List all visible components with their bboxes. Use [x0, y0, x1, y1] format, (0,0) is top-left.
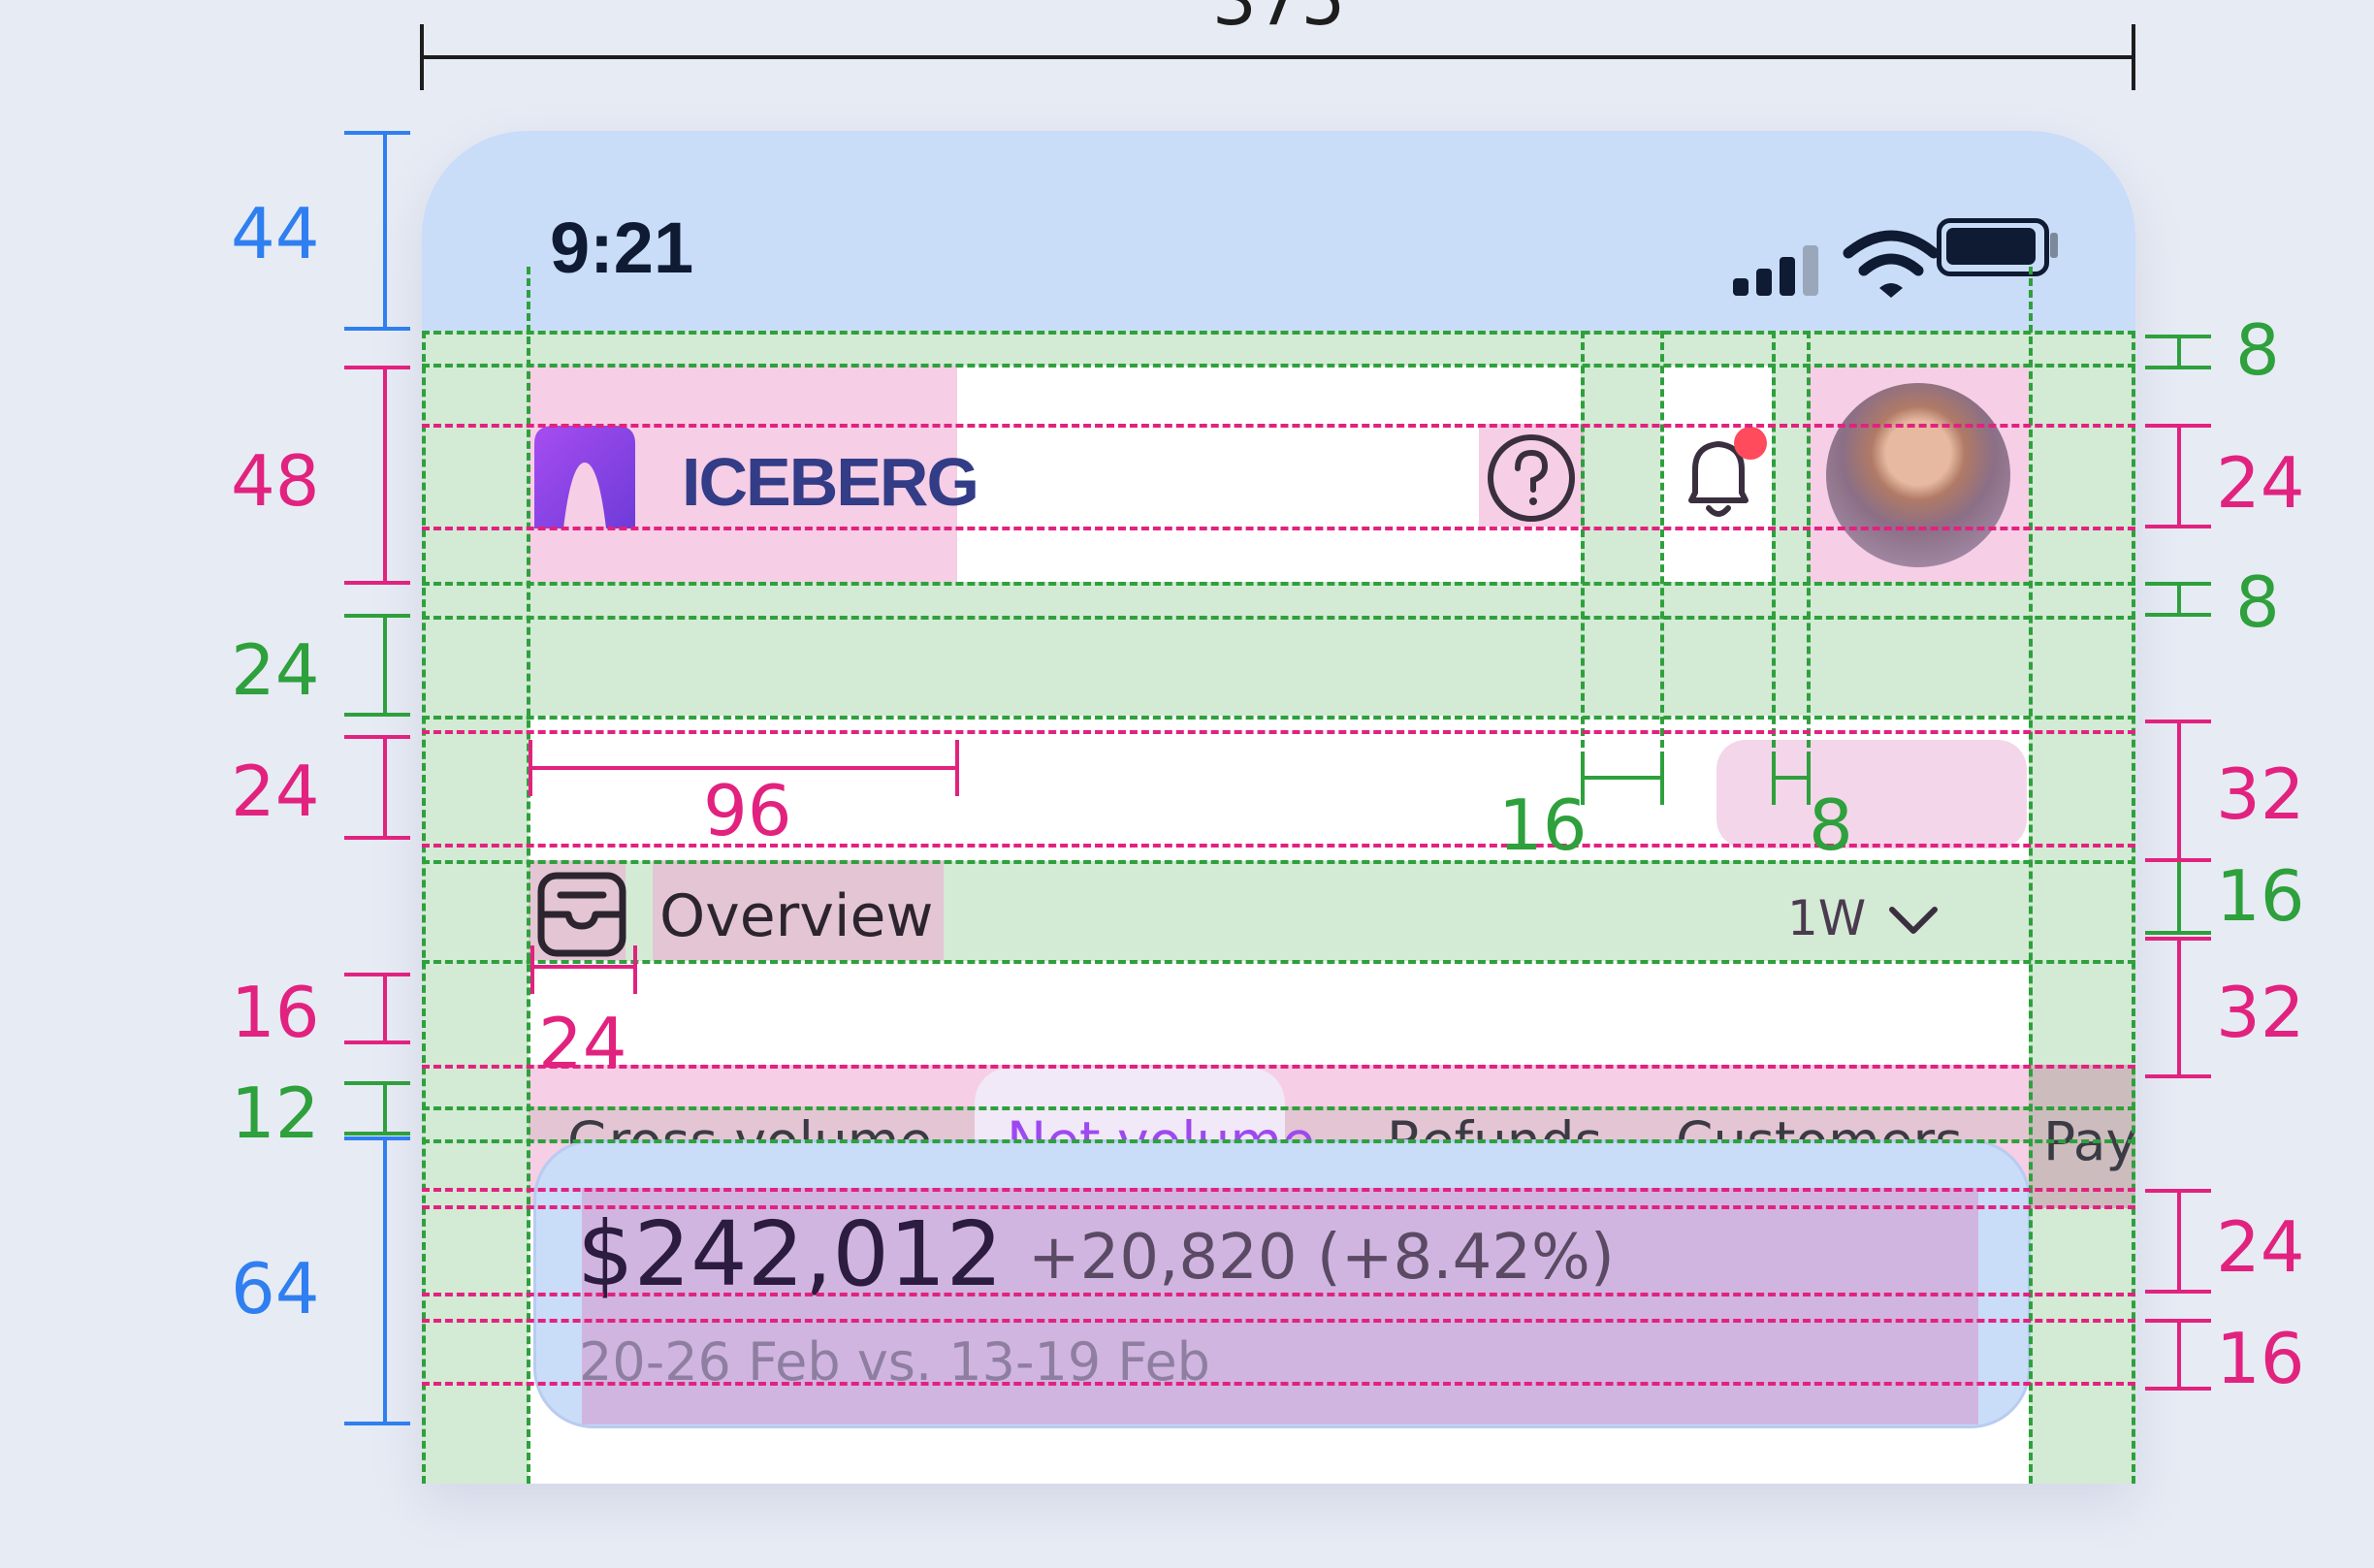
phone-frame: 9:21 ICEBERG Overview 1W Pay $242,012 +2… [422, 131, 2135, 1484]
brand-logo-text: ICEBERG [682, 444, 979, 520]
card-date-height-label: 16 [2216, 1318, 2305, 1399]
overview-icon-size-label: 24 [538, 1003, 627, 1084]
notification-badge [1734, 427, 1767, 460]
help-icon[interactable] [1485, 432, 1578, 525]
avatar-gap-label: 8 [1809, 784, 1853, 866]
icon-size-label: 24 [2216, 442, 2305, 524]
width-dimension-label: 375 [1212, 0, 1346, 41]
inbox-icon [537, 872, 626, 957]
summary-change: +20,820 (+8.42%) [1028, 1222, 1615, 1294]
logo-width-label: 96 [703, 770, 792, 851]
iceberg-logo-icon [534, 426, 635, 528]
tabs-row-height-label: 32 [2216, 972, 2305, 1053]
period-dropdown-label: 1W [1787, 890, 1867, 946]
wifi-icon [1843, 230, 1940, 298]
summary-amount: $242,012 [577, 1202, 1003, 1306]
card-value-height-label: 24 [2216, 1206, 2305, 1288]
status-height-label: 44 [231, 193, 320, 274]
tabs-height-label: 16 [231, 972, 320, 1053]
bottom-pad-label: 8 [2235, 561, 2280, 643]
card-height-label: 64 [231, 1248, 320, 1329]
overview-row-height-label: 32 [2216, 753, 2305, 835]
row-gap-label: 16 [2216, 855, 2305, 937]
top-pad-label: 8 [2235, 309, 2280, 391]
overview-height-label: 24 [231, 751, 320, 832]
avatar[interactable] [1826, 383, 2010, 567]
header-height-label: 48 [231, 440, 320, 522]
tabs-gap-label: 12 [231, 1072, 320, 1154]
status-time: 9:21 [550, 208, 694, 288]
header-gap-label: 24 [231, 629, 320, 711]
cellular-signal-icon [1733, 238, 1820, 296]
chevron-down-icon [1889, 907, 1938, 934]
overview-title: Overview [659, 882, 934, 950]
period-dropdown[interactable] [1716, 740, 2027, 848]
icon-gap-label: 16 [1498, 784, 1588, 866]
